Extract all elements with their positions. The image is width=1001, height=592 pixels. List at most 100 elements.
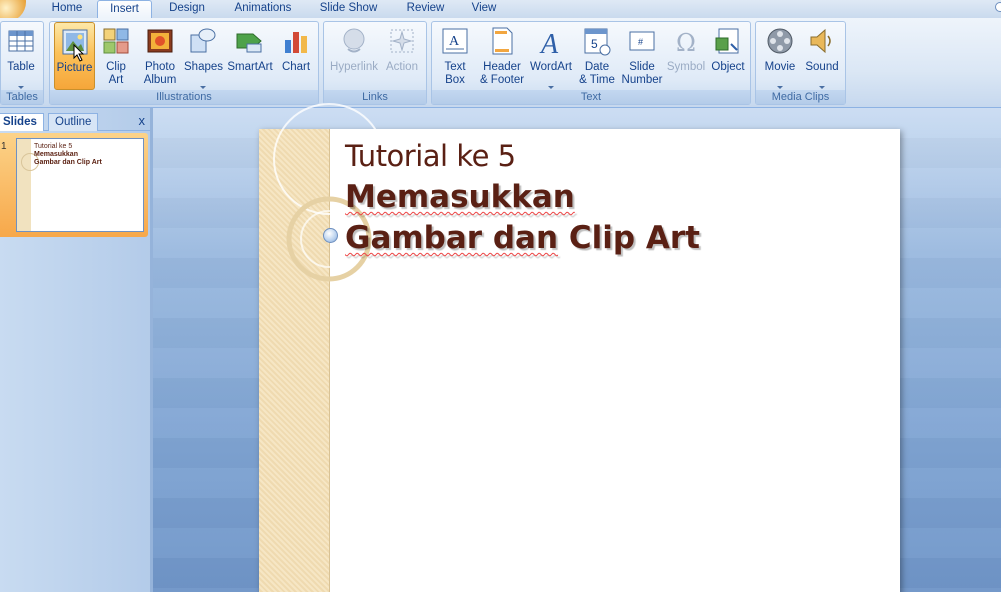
slide-title-line-3a: Gambar dan (345, 220, 559, 256)
text-box-button[interactable]: A Text Box (434, 22, 476, 90)
tab-slides[interactable]: Slides (0, 113, 44, 131)
wordart-label: WordArt (530, 61, 572, 73)
picture-button[interactable]: Picture (54, 22, 95, 90)
table-button[interactable]: Table (1, 22, 41, 90)
group-label-text: Text (432, 90, 750, 104)
tab-home[interactable]: Home (42, 0, 92, 18)
slide-thumbnail-selected[interactable]: 1 Tutorial ke 5 Memasukkan Gambar dan Cl… (0, 133, 148, 237)
header-footer-icon (492, 27, 513, 55)
svg-text:#: # (638, 37, 643, 47)
thumbnail-line-3: Gambar dan Clip Art (34, 159, 102, 166)
tab-insert[interactable]: Insert (97, 0, 152, 18)
photo-album-button[interactable]: Photo Album (139, 22, 181, 90)
chart-icon (285, 32, 307, 53)
film-reel-icon (767, 28, 793, 54)
hyperlink-icon (343, 28, 365, 53)
date-time-label: Date & Time (579, 61, 615, 86)
slide-title-line-1[interactable]: Tutorial ke 5 (345, 139, 516, 173)
wordart-button[interactable]: A WordArt (528, 22, 574, 90)
group-tables: Table Tables (0, 21, 44, 105)
clip-art-icon (103, 28, 129, 54)
symbol-button[interactable]: Ω Symbol (666, 22, 706, 90)
table-dropdown-caret (18, 86, 24, 89)
object-icon (715, 28, 739, 54)
group-illustrations: Picture Clip Art Photo Album Shapes Smar… (49, 21, 319, 105)
action-label: Action (386, 61, 418, 73)
clip-art-button[interactable]: Clip Art (98, 22, 134, 90)
thumbnail-line-2: Memasukkan (34, 151, 78, 158)
shapes-icon (190, 28, 216, 53)
close-pane-icon[interactable]: x (139, 113, 146, 128)
movie-label: Movie (764, 61, 796, 73)
sound-button[interactable]: Sound (802, 22, 842, 90)
object-button[interactable]: Object (708, 22, 748, 90)
mouse-cursor-icon (73, 44, 85, 62)
group-label-media-clips: Media Clips (756, 90, 845, 104)
smartart-icon (236, 33, 262, 53)
help-icon[interactable] (995, 2, 1001, 12)
slide-canvas[interactable]: Tutorial ke 5 Memasukkan Gambar dan Clip… (259, 103, 900, 592)
text-box-icon: A (442, 28, 468, 54)
wordart-icon: A (539, 29, 559, 56)
group-label-links: Links (324, 90, 426, 104)
picture-label: Picture (56, 62, 93, 74)
slide-title-line-3[interactable]: Gambar dan Clip Art (345, 220, 700, 256)
slide-number: 1 (1, 141, 7, 152)
photo-album-label: Photo Album (143, 61, 177, 86)
group-label-tables: Tables (1, 90, 43, 104)
header-footer-button[interactable]: Header & Footer (478, 22, 526, 90)
hyperlink-button[interactable]: Hyperlink (328, 22, 380, 90)
chart-label: Chart (281, 61, 311, 73)
slide-thumbnail[interactable]: Tutorial ke 5 Memasukkan Gambar dan Clip… (16, 138, 144, 232)
action-icon (390, 29, 414, 53)
shapes-label: Shapes (184, 61, 224, 73)
chart-button[interactable]: Chart (277, 22, 315, 90)
symbol-label: Symbol (666, 61, 706, 73)
movie-button[interactable]: Movie (760, 22, 800, 90)
group-label-illustrations: Illustrations (50, 90, 318, 104)
group-text: A Text Box Header & Footer A WordArt 5 D… (431, 21, 751, 105)
tab-design[interactable]: Design (161, 0, 213, 18)
thumbnail-line-1: Tutorial ke 5 (34, 143, 73, 150)
pane-tabs: Slides Outline x (0, 111, 153, 131)
date-time-button[interactable]: 5 Date & Time (576, 22, 618, 90)
tab-outline[interactable]: Outline (48, 113, 99, 131)
calendar-icon: 5 (584, 28, 611, 56)
table-icon (8, 30, 34, 52)
svg-text:A: A (449, 34, 460, 49)
shapes-button[interactable]: Shapes (184, 22, 224, 90)
shapes-dropdown-caret (200, 86, 206, 89)
svg-text:5: 5 (591, 37, 598, 51)
text-box-label: Text Box (444, 61, 466, 86)
tab-review[interactable]: Review (398, 0, 453, 18)
omega-icon: Ω (676, 29, 696, 56)
group-links: Hyperlink Action Links (323, 21, 427, 105)
tab-animations[interactable]: Animations (224, 0, 302, 18)
header-footer-label: Header & Footer (479, 61, 525, 86)
photo-album-icon (147, 29, 173, 53)
sound-label: Sound (805, 61, 839, 73)
clip-art-label: Clip Art (106, 61, 126, 86)
selection-handle[interactable] (323, 228, 338, 243)
hyperlink-label: Hyperlink (330, 61, 378, 73)
svg-text:Ω: Ω (676, 29, 696, 56)
slide-number-button[interactable]: # Slide Number (620, 22, 664, 90)
movie-dropdown-caret (777, 86, 783, 89)
ribbon-insert: Table Tables Picture Clip Art Photo Albu… (0, 18, 1001, 108)
speaker-icon (810, 28, 831, 54)
slide-number-icon: # (629, 31, 655, 51)
table-label: Table (7, 61, 35, 73)
smartart-label: SmartArt (227, 61, 273, 73)
tab-view[interactable]: View (462, 0, 506, 18)
slide-title-line-2[interactable]: Memasukkan (345, 179, 575, 215)
wordart-dropdown-caret (548, 86, 554, 89)
object-label: Object (711, 61, 745, 73)
smartart-button[interactable]: SmartArt (225, 22, 275, 90)
action-button[interactable]: Action (382, 22, 422, 90)
tab-slide-show[interactable]: Slide Show (312, 0, 385, 18)
slide-number-label: Slide Number (621, 61, 663, 86)
sound-dropdown-caret (819, 86, 825, 89)
powerpoint-window: Home Insert Design Animations Slide Show… (0, 0, 1001, 592)
slides-pane: Slides Outline x 1 Tutorial ke 5 Memasuk… (0, 108, 153, 592)
svg-text:A: A (539, 29, 559, 56)
